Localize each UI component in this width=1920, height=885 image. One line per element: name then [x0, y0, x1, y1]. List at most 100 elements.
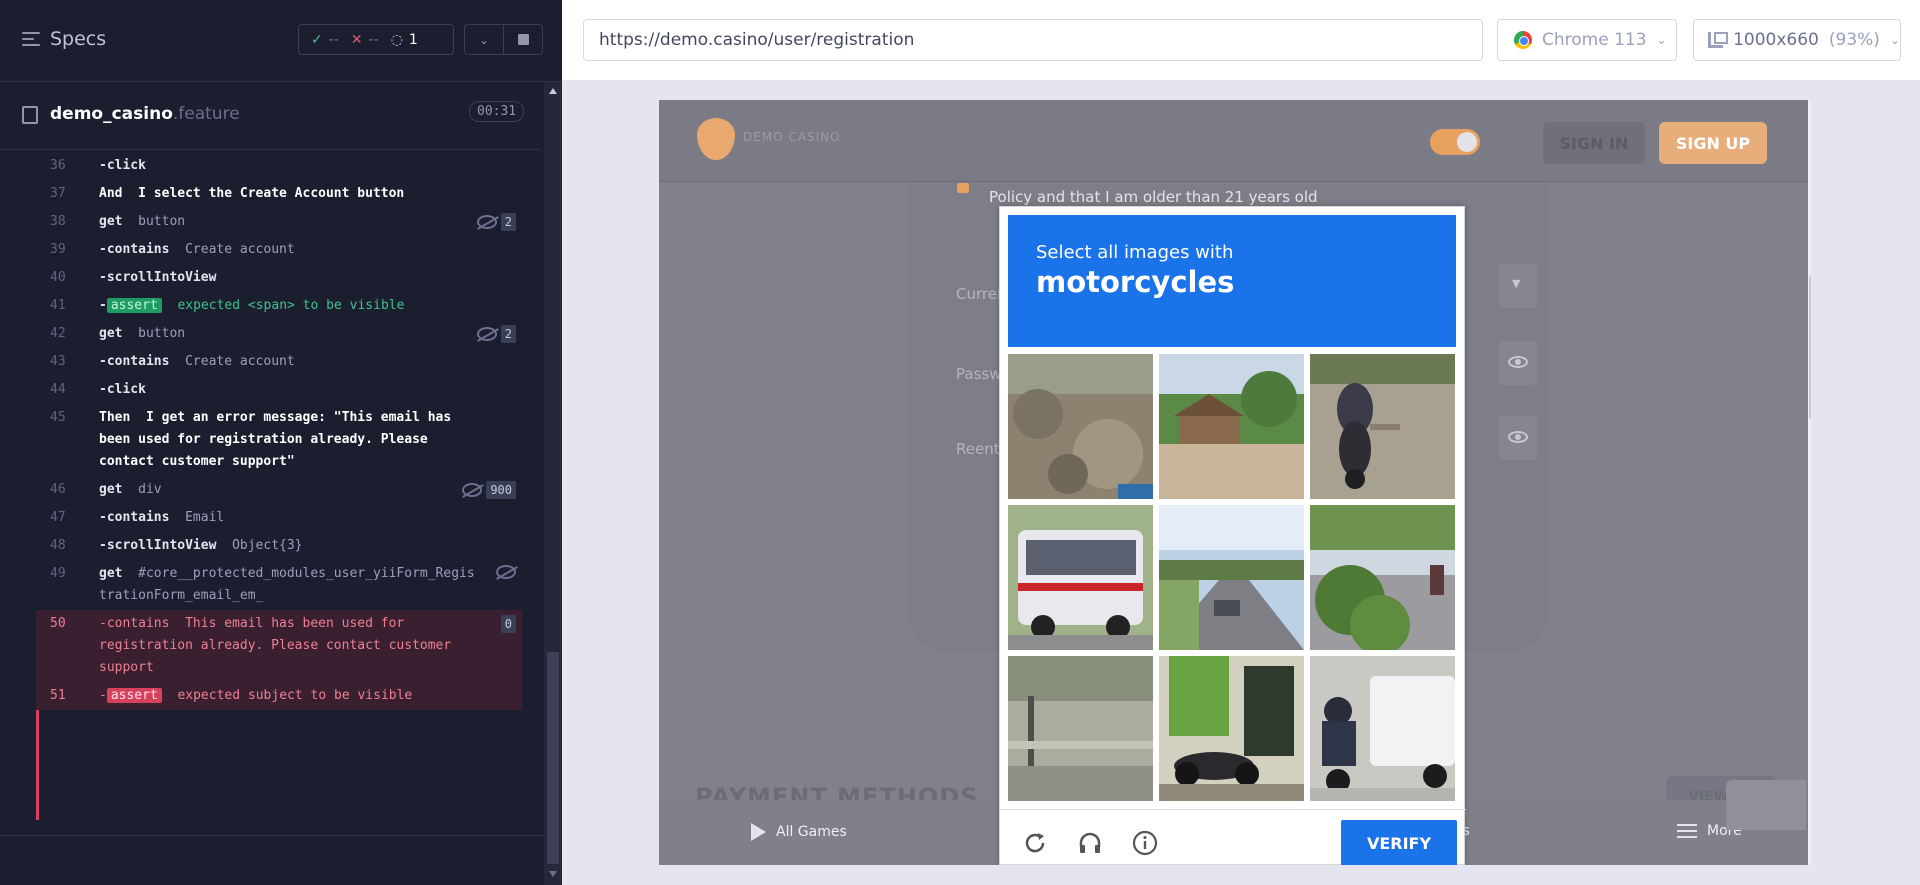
policy-text: Policy and that I am older than 21 years…	[989, 188, 1318, 206]
recaptcha-challenge: Select all images with motorcycles VERIF…	[999, 206, 1466, 865]
command-log: 36 -click 37 And I select the Create Accou…	[36, 152, 522, 710]
menu-icon	[1677, 824, 1697, 838]
captcha-tile[interactable]	[1008, 505, 1153, 650]
pending-count: 1	[408, 31, 418, 48]
viewport-icon	[1708, 32, 1729, 48]
signup-button[interactable]: SIGN UP	[1659, 122, 1767, 164]
play-icon	[751, 823, 766, 841]
command-row[interactable]: 42 get button 2	[36, 320, 522, 348]
pending-stat: ◌ 1	[379, 32, 418, 48]
verify-button[interactable]: VERIFY	[1341, 820, 1457, 865]
failed-assert-row[interactable]: 51- assert expected subject to be visible	[36, 682, 522, 710]
casino-logo-icon[interactable]	[697, 118, 735, 160]
info-icon[interactable]	[1132, 830, 1158, 856]
command-row[interactable]: 39 -contains Create account	[36, 236, 522, 264]
app-under-test: https://demo.casino/user/registration Ch…	[562, 0, 1920, 885]
currency-dropdown[interactable]: ▼	[1499, 264, 1537, 308]
captcha-header: Select all images with motorcycles	[1008, 215, 1456, 347]
spec-file-row[interactable]: demo_casino.feature 00:31	[0, 96, 540, 150]
hidden-eye-icon	[462, 483, 483, 497]
passed-count: --	[328, 31, 339, 48]
browser-selector[interactable]: Chrome 113 ⌄	[1497, 19, 1677, 61]
specs-list-icon	[22, 32, 40, 46]
element-count: 2	[500, 213, 516, 231]
command-row[interactable]: 47 -contains Email	[36, 504, 522, 532]
eye-icon	[1508, 431, 1528, 443]
captcha-instruction: Select all images with	[1036, 242, 1234, 263]
command-row[interactable]: 36 -click	[36, 152, 522, 180]
chevron-down-icon: ⌄	[478, 32, 490, 47]
command-row[interactable]: 46 get div 900	[36, 476, 522, 504]
step-row[interactable]: 45 Then I get an error message: "This ema…	[36, 404, 522, 476]
specs-toggle[interactable]: Specs	[22, 28, 106, 50]
scroll-up-icon[interactable]	[549, 88, 557, 94]
reporter-scroll-thumb[interactable]	[547, 652, 559, 864]
captcha-footer: VERIFY	[1000, 809, 1466, 865]
captcha-tile[interactable]	[1310, 354, 1455, 499]
scroll-down-icon[interactable]	[549, 871, 557, 877]
reload-icon[interactable]	[1022, 830, 1048, 856]
audio-headphones-icon[interactable]	[1077, 830, 1103, 856]
captcha-tile[interactable]	[1310, 505, 1455, 650]
hidden-eye-icon	[476, 327, 497, 341]
captcha-grid	[1008, 354, 1457, 802]
run-controls: ⌄	[464, 24, 543, 55]
browser-label: Chrome 113	[1542, 30, 1647, 50]
spec-duration: 00:31	[469, 101, 525, 122]
specs-label: Specs	[50, 28, 107, 50]
chevron-down-icon: ⌄	[1656, 33, 1667, 47]
spinner-icon: ◌	[390, 31, 403, 48]
zoom-level: (93%)	[1828, 30, 1880, 50]
password-visibility-button[interactable]	[1499, 341, 1537, 385]
reenter-visibility-button[interactable]	[1499, 416, 1537, 460]
age-checkbox[interactable]	[957, 183, 969, 193]
failed-command-row[interactable]: 50 -contains This email has been used for…	[36, 610, 522, 682]
captcha-tile[interactable]	[1008, 354, 1153, 499]
captcha-tile[interactable]	[1159, 656, 1304, 801]
cypress-reporter: Specs ✓ -- ✕ -- ◌ 1 ⌄ demo_casino.feature 0…	[0, 0, 562, 885]
captcha-tile[interactable]	[1310, 656, 1455, 801]
element-count: 0	[500, 615, 516, 633]
reporter-header: Specs ✓ -- ✕ -- ◌ 1 ⌄	[0, 0, 562, 82]
url-bar[interactable]: https://demo.casino/user/registration	[583, 19, 1483, 61]
viewport-size: 1000x660	[1733, 30, 1819, 50]
check-icon: ✓	[311, 31, 323, 48]
caret-down-icon: ▼	[1512, 277, 1521, 290]
chevron-down-icon: ⌄	[1889, 33, 1900, 47]
site-scrollbar[interactable]	[1808, 100, 1811, 865]
site-scroll-thumb[interactable]	[1809, 275, 1811, 420]
chrome-icon	[1514, 31, 1532, 49]
collapse-button[interactable]: ⌄	[465, 25, 504, 54]
aut-header: https://demo.casino/user/registration Ch…	[562, 0, 1920, 80]
stop-button[interactable]	[504, 25, 542, 54]
passed-stat: ✓ --	[299, 32, 339, 48]
captcha-tile[interactable]	[1159, 505, 1304, 650]
password-label: Passw	[956, 365, 1002, 383]
test-stats: ✓ -- ✕ -- ◌ 1	[298, 24, 454, 55]
command-row[interactable]: 49 get #core__protected_modules_user_yiiF…	[36, 560, 522, 610]
hidden-eye-icon	[496, 565, 516, 579]
all-games-link[interactable]: All Games	[751, 823, 847, 841]
command-row[interactable]: 38 get button 2	[36, 208, 522, 236]
assert-badge: assert	[106, 298, 162, 313]
step-row[interactable]: 37 And I select the Create Account button	[36, 180, 522, 208]
chat-widget[interactable]	[1726, 780, 1806, 830]
viewport-info[interactable]: 1000x660 (93%) ⌄	[1693, 19, 1901, 61]
theme-toggle[interactable]	[1430, 129, 1480, 155]
command-row[interactable]: 40 -scrollIntoView	[36, 264, 522, 292]
command-row[interactable]: 48 -scrollIntoView Object{3}	[36, 532, 522, 560]
captcha-tile[interactable]	[1159, 354, 1304, 499]
captcha-target: motorcycles	[1036, 265, 1235, 299]
spec-file-name: demo_casino.feature	[50, 104, 240, 124]
x-icon: ✕	[350, 31, 363, 48]
signin-button[interactable]: SIGN IN	[1543, 122, 1645, 164]
assert-row[interactable]: 41- assert expected <span> to be visible	[36, 292, 522, 320]
element-count: 900	[486, 481, 516, 499]
command-row[interactable]: 44 -click	[36, 376, 522, 404]
command-row[interactable]: 43 -contains Create account	[36, 348, 522, 376]
hidden-eye-icon	[476, 215, 497, 229]
failed-count: --	[368, 31, 379, 48]
assert-badge: assert	[106, 688, 162, 703]
error-indicator	[36, 706, 39, 820]
captcha-tile[interactable]	[1008, 656, 1153, 801]
